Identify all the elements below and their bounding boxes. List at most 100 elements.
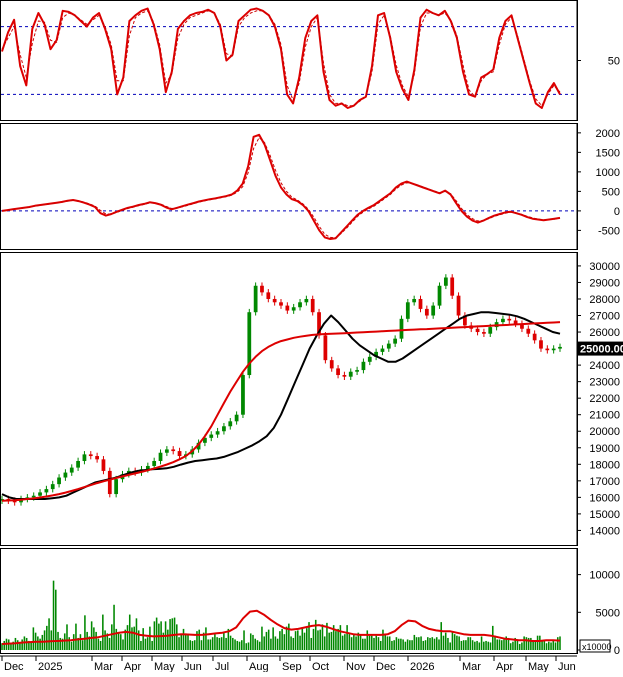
volume-bar (216, 637, 218, 650)
volume-bar (290, 636, 292, 650)
volume-bar (355, 636, 357, 650)
candle-body (279, 302, 283, 305)
volume-bar (201, 640, 203, 650)
y-tick-label: 20000 (589, 426, 620, 438)
candle-body (349, 372, 353, 377)
volume-bar (447, 638, 449, 650)
volume-bar (474, 642, 476, 650)
volume-bar (467, 637, 469, 650)
volume-bar (86, 632, 88, 650)
volume-bar (362, 639, 364, 650)
volume-bar (449, 642, 451, 650)
volume-bar (382, 630, 384, 650)
volume-bar (512, 642, 514, 650)
volume-bar (313, 629, 315, 650)
volume-bar (189, 640, 191, 650)
volume-bar (369, 636, 371, 650)
volume-bar (458, 636, 460, 650)
volume-bar (118, 633, 120, 650)
volume-bar (400, 639, 402, 650)
x-tick-label: May (528, 661, 549, 672)
volume-bar (409, 640, 411, 650)
volume-bar (239, 642, 241, 650)
volume-bar (557, 637, 559, 650)
volume-bar (286, 627, 288, 650)
volume-bar (346, 625, 348, 650)
candle-body (266, 292, 270, 299)
volume-bar (185, 633, 187, 650)
volume-bar (310, 638, 312, 650)
volume-bar (544, 640, 546, 650)
volume-bar (232, 638, 234, 650)
volume-bar (243, 630, 245, 650)
volume-bar (259, 642, 261, 650)
volume-bar (344, 634, 346, 650)
volume-bar (452, 632, 454, 650)
x-tick-label: 2025 (38, 661, 62, 672)
volume-bar (539, 636, 541, 650)
candle-body (431, 306, 435, 316)
volume-bar (133, 627, 135, 650)
volume-bar (219, 638, 221, 650)
unit-label: x10000 (582, 642, 612, 652)
y-tick-label: 16000 (589, 492, 620, 504)
candle-body (304, 299, 308, 302)
volume-bar (44, 630, 46, 650)
volume-bar (245, 643, 247, 650)
candle-body (64, 473, 68, 478)
candle-body (558, 347, 562, 349)
candle-body (273, 299, 277, 302)
candle-body (83, 454, 87, 461)
y-tick-label: 18000 (589, 459, 620, 471)
x-tick-label: Mar (94, 661, 113, 672)
volume-bar (71, 642, 73, 650)
volume-bar (293, 638, 295, 650)
volume-bar (532, 642, 534, 650)
y-tick-label: 22000 (589, 393, 620, 405)
volume-bar (73, 634, 75, 650)
volume-bar (331, 632, 333, 650)
volume-bar (46, 626, 48, 650)
volume-bar (8, 639, 10, 650)
volume-bar (393, 640, 395, 650)
volume-bar (429, 638, 431, 650)
volume-bar (3, 641, 5, 650)
volume-bar (418, 637, 420, 650)
candle-body (32, 496, 36, 498)
volume-bar (250, 633, 252, 650)
volume-bar (145, 639, 147, 650)
volume-bar (510, 643, 512, 650)
volume-bar (319, 630, 321, 650)
volume-bar (550, 642, 552, 650)
volume-bar (268, 630, 270, 650)
y-tick-label: 17000 (589, 476, 620, 488)
y-tick-label: 23000 (589, 377, 620, 389)
candle-body (476, 329, 480, 332)
candle-body (419, 299, 423, 309)
volume-bar (234, 639, 236, 650)
x-tick-label: Apr (124, 661, 141, 672)
candle-body (108, 471, 112, 494)
candle-body (444, 277, 448, 285)
y-tick-label: 28000 (589, 294, 620, 306)
volume-bar (353, 635, 355, 650)
candle-body (222, 426, 226, 431)
volume-bar (84, 615, 86, 650)
volume-bar (322, 624, 324, 650)
x-tick-label: Apr (496, 661, 513, 672)
volume-bar (445, 633, 447, 650)
volume-bar (384, 635, 386, 650)
y-tick-label: 0 (614, 645, 620, 657)
volume-bar (261, 627, 263, 650)
volume-bar (537, 636, 539, 650)
candle-body (425, 309, 429, 316)
candle-body (457, 296, 461, 316)
volume-bar (95, 632, 97, 650)
volume-bar (555, 642, 557, 650)
y-tick-label: 2000 (596, 128, 620, 140)
volume-bar (111, 624, 113, 650)
x-tick-label: Mar (462, 661, 481, 672)
volume-bar (324, 636, 326, 650)
volume-bar (194, 640, 196, 650)
candle-body (526, 329, 530, 334)
